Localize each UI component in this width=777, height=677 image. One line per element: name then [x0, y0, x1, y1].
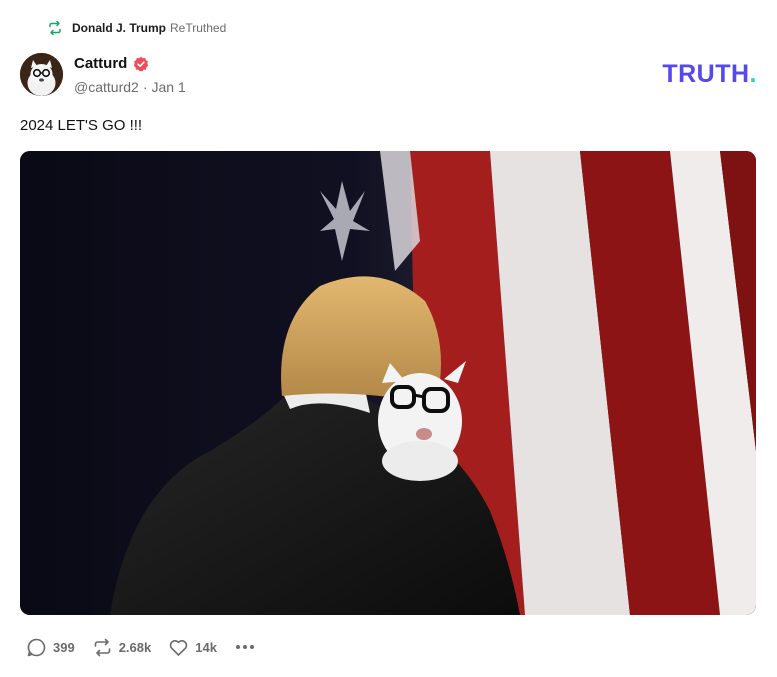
like-button[interactable]: 14k [168, 637, 217, 658]
action-bar: 399 2.68k 14k [26, 636, 254, 658]
author-display-name[interactable]: Catturd [74, 55, 127, 72]
more-dots-icon [235, 645, 240, 649]
author-name-row: Catturd [74, 55, 149, 72]
reply-bubble-icon [27, 638, 46, 656]
truth-logo-dot: . [749, 60, 757, 88]
retruth-icon [47, 20, 63, 36]
post-image[interactable] [20, 151, 756, 615]
author-meta: @catturd2 · Jan 1 [74, 79, 186, 95]
post-image-illustration [20, 151, 756, 615]
avatar[interactable] [20, 53, 63, 96]
post-date[interactable]: Jan 1 [151, 79, 185, 95]
truth-logo-word: TRUTH [662, 60, 750, 88]
retruth-button[interactable]: 2.68k [92, 637, 152, 658]
retruth-icon [94, 638, 111, 656]
truth-post: Donald J. Trump ReTruthed Catturd @cattu… [0, 0, 777, 677]
retruth-header: Donald J. Trump ReTruthed [47, 19, 226, 37]
reply-button[interactable]: 399 [26, 637, 75, 658]
like-count: 14k [195, 639, 217, 655]
meta-separator: · [142, 79, 148, 95]
truth-logo: TRUTH. [662, 60, 757, 89]
post-text: 2024 LET'S GO !!! [20, 117, 143, 134]
verified-badge-icon [133, 56, 149, 72]
more-dot [249, 645, 254, 649]
retruth-user[interactable]: Donald J. Trump [72, 21, 166, 35]
more-dot [242, 645, 247, 649]
reply-count: 399 [53, 639, 75, 655]
more-options-button[interactable] [235, 645, 254, 649]
retruth-count: 2.68k [118, 639, 152, 655]
heart-icon [170, 639, 188, 656]
author-handle[interactable]: @catturd2 [74, 79, 139, 95]
retruth-verb: ReTruthed [170, 21, 227, 35]
